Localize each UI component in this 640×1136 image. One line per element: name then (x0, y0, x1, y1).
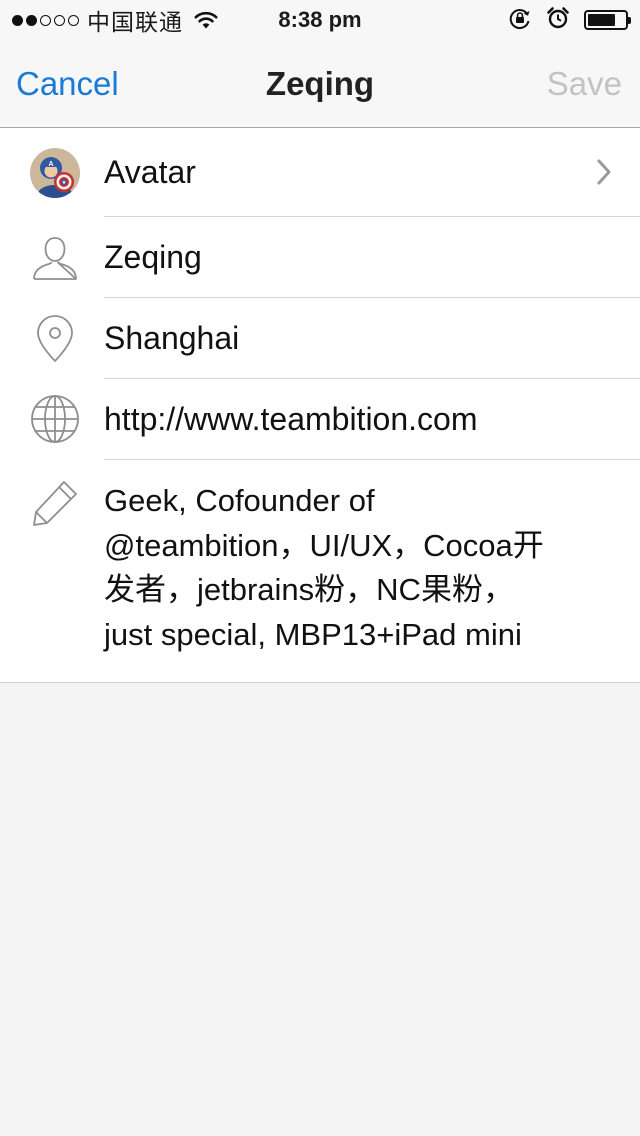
pencil-icon (30, 478, 80, 528)
website-row: http://www.teambition.com (0, 379, 640, 460)
status-bar: 中国联通 8:38 pm (0, 0, 640, 40)
avatar-row[interactable]: A Avatar (0, 128, 640, 217)
avatar: A (30, 148, 80, 198)
name-row: Zeqing (0, 217, 640, 298)
globe-icon (30, 394, 80, 444)
avatar-label: Avatar (104, 154, 196, 190)
name-field[interactable]: Zeqing (104, 217, 600, 298)
bio-row: Geek, Cofounder of @teambition，UI/UX，Coc… (0, 460, 640, 682)
status-right (508, 6, 631, 35)
rotation-lock-icon (508, 6, 532, 35)
location-row: Shanghai (0, 298, 640, 379)
location-field[interactable]: Shanghai (104, 298, 600, 379)
page-title: Zeqing (265, 65, 375, 102)
navigation-bar: Cancel Zeqing Save (0, 40, 640, 128)
location-pin-icon (30, 313, 80, 363)
profile-form: A Avatar Zeqing Shanghai http://www.team… (0, 128, 640, 683)
person-icon (30, 232, 80, 282)
battery-level (588, 14, 615, 26)
avatar-image: A (30, 148, 80, 198)
battery-icon (584, 10, 631, 30)
svg-text:A: A (48, 161, 53, 168)
battery-tip (628, 17, 631, 24)
save-button[interactable]: Save (547, 40, 622, 128)
alarm-icon (546, 6, 570, 35)
chevron-right-icon (597, 159, 611, 185)
website-field[interactable]: http://www.teambition.com (104, 379, 600, 460)
bio-field[interactable]: Geek, Cofounder of @teambition，UI/UX，Coc… (104, 479, 610, 657)
